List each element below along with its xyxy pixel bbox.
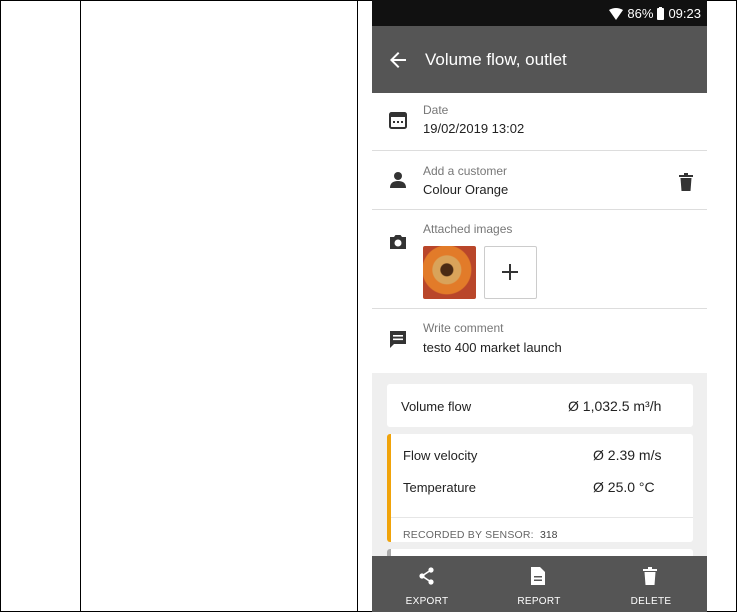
bottom-action-bar: EXPORT REPORT DELETE xyxy=(372,556,707,612)
status-bar: 86% 09:23 xyxy=(372,0,707,26)
attached-images-label: Attached images xyxy=(423,222,513,236)
volume-flow-card: Volume flow Ø 1,032.5 m³/h xyxy=(387,384,693,427)
flow-velocity-name: Flow velocity xyxy=(403,448,478,463)
temperature-name: Temperature xyxy=(403,480,476,495)
volume-flow-name: Volume flow xyxy=(401,399,472,414)
attached-images-card: Attached images xyxy=(372,210,707,309)
sensor-label: RECORDED BY SENSOR: xyxy=(403,529,534,541)
delete-label: DELETE xyxy=(630,596,672,607)
sensor-readings-card: Flow velocity Ø 2.39 m/s Temperature Ø 2… xyxy=(387,434,693,542)
calendar-icon xyxy=(389,112,407,129)
volume-flow-value: Ø 1,032.5 m³/h xyxy=(568,398,662,414)
add-image-button[interactable] xyxy=(484,246,537,299)
battery-percent: 86% xyxy=(627,6,654,21)
report-button[interactable]: REPORT xyxy=(494,556,584,612)
clock: 09:23 xyxy=(668,6,701,21)
sensor-number: 318 xyxy=(540,529,558,541)
date-value: 19/02/2019 13:02 xyxy=(423,121,525,136)
customer-card[interactable]: Add a customer Colour Orange xyxy=(372,151,707,210)
trash-icon xyxy=(643,567,657,585)
app-bar: Volume flow, outlet xyxy=(372,26,707,93)
date-label: Date xyxy=(423,103,449,117)
share-icon xyxy=(419,567,434,585)
camera-icon xyxy=(390,235,406,249)
table-column-divider xyxy=(357,0,358,612)
export-button[interactable]: EXPORT xyxy=(382,556,472,612)
report-label: REPORT xyxy=(517,596,561,607)
delete-customer-icon[interactable] xyxy=(679,173,693,191)
comment-icon xyxy=(390,331,406,348)
battery-icon xyxy=(657,7,665,20)
flow-velocity-value: Ø 2.39 m/s xyxy=(593,447,662,463)
customer-value: Colour Orange xyxy=(423,182,509,197)
table-column-divider xyxy=(80,0,81,612)
comment-card[interactable]: Write comment testo 400 market launch xyxy=(372,309,707,374)
export-label: EXPORT xyxy=(405,596,449,607)
attached-image-thumbnail[interactable] xyxy=(423,246,476,299)
person-icon xyxy=(390,172,406,188)
phone-screen: 86% 09:23 Volume flow, outlet Date 19/02… xyxy=(372,0,707,612)
results-area: Volume flow Ø 1,032.5 m³/h Flow velocity… xyxy=(372,373,707,561)
page-title: Volume flow, outlet xyxy=(425,50,567,69)
date-card[interactable]: Date 19/02/2019 13:02 xyxy=(372,93,707,151)
temperature-value: Ø 25.0 °C xyxy=(593,479,655,495)
comment-label: Write comment xyxy=(423,321,504,335)
wifi-icon xyxy=(609,7,624,20)
delete-button[interactable]: DELETE xyxy=(606,556,696,612)
document-icon xyxy=(531,567,545,585)
customer-label: Add a customer xyxy=(423,164,508,178)
comment-value: testo 400 market launch xyxy=(423,340,562,355)
back-arrow-icon[interactable] xyxy=(386,48,410,72)
divider xyxy=(391,517,693,518)
